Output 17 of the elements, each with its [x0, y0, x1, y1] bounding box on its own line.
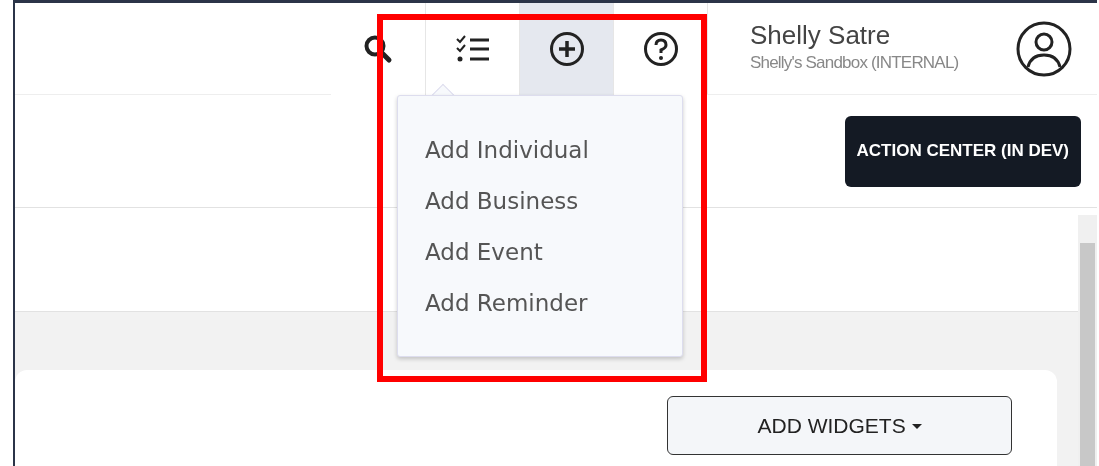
help-icon [642, 31, 679, 67]
menu-item[interactable]: Add Business [398, 183, 682, 234]
caret-icon [911, 424, 922, 431]
menu-item[interactable]: Add Individual [398, 132, 682, 183]
user-name: Shelly Satre [750, 21, 892, 51]
search-icon [363, 34, 393, 64]
action-center-button[interactable]: ACTION CENTER (IN DEV) [844, 115, 1081, 187]
avatar-icon[interactable] [1015, 19, 1073, 78]
add-icon [548, 31, 585, 67]
organization-name: Shelly's Sandbox (INTERNAL) [750, 52, 959, 75]
checklist-icon [454, 34, 491, 64]
checklist-button[interactable] [425, 3, 519, 95]
scrollbar[interactable] [1078, 215, 1097, 466]
add-widgets-button[interactable]: ADD WIDGETS [667, 396, 1012, 455]
add-button[interactable] [519, 3, 613, 95]
menu-item[interactable]: Add Event [398, 234, 682, 285]
menu-item[interactable]: Add Reminder [398, 285, 682, 336]
